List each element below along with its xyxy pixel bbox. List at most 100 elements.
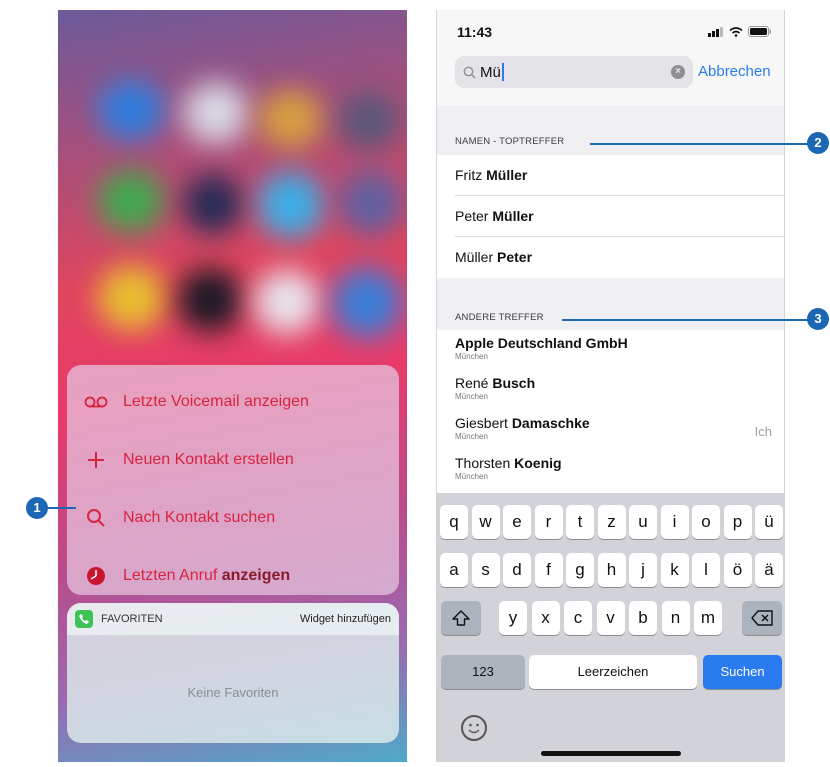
- key-e[interactable]: e: [503, 505, 531, 539]
- contact-city: München: [455, 432, 488, 441]
- search-bar-area: Mü × Abbrechen: [437, 48, 784, 106]
- cancel-button[interactable]: Abbrechen: [698, 63, 771, 80]
- key-ö[interactable]: ö: [723, 553, 752, 587]
- key-ä[interactable]: ä: [755, 553, 783, 587]
- callout-badge: 1: [26, 497, 48, 519]
- section-header-top-hits: NAMEN - TOPTREFFER: [455, 136, 565, 147]
- key-m[interactable]: m: [694, 601, 722, 635]
- blurred-app-icon: [258, 172, 324, 238]
- key-q[interactable]: q: [440, 505, 468, 539]
- key-g[interactable]: g: [566, 553, 594, 587]
- numbers-key[interactable]: 123: [441, 655, 525, 689]
- callout-leader: [562, 319, 812, 321]
- key-s[interactable]: s: [471, 553, 500, 587]
- key-w[interactable]: w: [471, 505, 500, 539]
- key-ü[interactable]: ü: [755, 505, 783, 539]
- contact-name: Giesbert Damaschke: [455, 415, 590, 431]
- key-y[interactable]: y: [499, 601, 527, 635]
- key-z[interactable]: z: [597, 505, 626, 539]
- key-h[interactable]: h: [597, 553, 626, 587]
- clear-icon[interactable]: ×: [671, 65, 685, 79]
- quick-action-search-contact[interactable]: Nach Kontakt suchen: [67, 489, 399, 547]
- key-f[interactable]: f: [534, 553, 563, 587]
- keyboard: qwertzuiopü asdfghjklöä yxcvbnm 123 Leer…: [437, 493, 784, 762]
- blurred-app-icon: [98, 170, 164, 232]
- quick-action-label: Letzten Anruf anzeigen: [123, 567, 291, 584]
- search-key[interactable]: Suchen: [703, 655, 782, 689]
- home-indicator: [541, 751, 681, 756]
- blurred-app-icon: [338, 92, 400, 150]
- contact-row[interactable]: René Busch München: [437, 370, 784, 410]
- key-r[interactable]: r: [534, 505, 563, 539]
- blurred-app-icon: [258, 90, 324, 148]
- contact-row[interactable]: Müller Peter: [437, 237, 784, 278]
- me-label: Ich: [754, 424, 772, 439]
- contact-name: Fritz Müller: [455, 167, 528, 183]
- contact-row[interactable]: Thorsten Koenig München: [437, 450, 784, 490]
- plus-icon: [83, 447, 109, 473]
- key-p[interactable]: p: [723, 505, 752, 539]
- quick-action-label: Nach Kontakt suchen: [123, 509, 276, 526]
- key-l[interactable]: l: [692, 553, 720, 587]
- add-widget-button[interactable]: Widget hinzufügen: [300, 613, 391, 625]
- callout-badge: 3: [807, 308, 829, 330]
- key-o[interactable]: o: [692, 505, 720, 539]
- quick-action-last-call[interactable]: Letzten Anruf anzeigen: [67, 547, 399, 605]
- contact-row[interactable]: Apple Deutschland GmbH München: [437, 330, 784, 370]
- key-j[interactable]: j: [629, 553, 657, 587]
- left-phone-screen: Letzte Voicemail anzeigen Neuen Kontakt …: [58, 10, 407, 762]
- contact-name: Apple Deutschland GmbH: [455, 335, 628, 351]
- key-t[interactable]: t: [566, 505, 594, 539]
- status-time: 11:43: [457, 24, 493, 40]
- phone-app-icon: [75, 610, 93, 628]
- quick-action-label: Letzte Voicemail anzeigen: [123, 393, 309, 410]
- callout-leader: [48, 507, 76, 509]
- status-icons: [708, 26, 772, 37]
- blurred-app-icon: [178, 268, 242, 332]
- backspace-key[interactable]: [742, 601, 782, 635]
- contact-row[interactable]: Peter Müller: [437, 196, 784, 237]
- callout-badge: 2: [807, 132, 829, 154]
- key-b[interactable]: b: [629, 601, 657, 635]
- blurred-app-icon: [338, 170, 404, 236]
- key-d[interactable]: d: [503, 553, 531, 587]
- right-phone-screen: 11:43 Mü × Abbrechen NAMEN - TOPTREFFER …: [436, 10, 785, 762]
- contact-row[interactable]: Fritz Müller: [437, 155, 784, 196]
- space-key[interactable]: Leerzeichen: [529, 655, 697, 689]
- battery-icon: [748, 26, 771, 37]
- text-cursor: [501, 63, 504, 81]
- quick-action-voicemail[interactable]: Letzte Voicemail anzeigen: [67, 373, 399, 431]
- contact-name: René Busch: [455, 375, 536, 391]
- widget-header: FAVORITEN Widget hinzufügen: [67, 603, 399, 635]
- contact-row[interactable]: Giesbert Damaschke München Ich: [437, 410, 784, 450]
- key-k[interactable]: k: [660, 553, 689, 587]
- contact-name: Thorsten Koenig: [455, 455, 562, 471]
- section-header-other-hits: ANDERE TREFFER: [455, 312, 544, 323]
- key-u[interactable]: u: [629, 505, 657, 539]
- widget-empty-text: Keine Favoriten: [187, 685, 279, 700]
- blurred-app-icon: [183, 82, 249, 144]
- emoji-icon[interactable]: [461, 715, 487, 741]
- contact-city: München: [455, 352, 488, 361]
- key-a[interactable]: a: [440, 553, 468, 587]
- blurred-app-icon: [254, 270, 320, 334]
- voicemail-icon: [83, 389, 109, 415]
- blurred-app-icon: [183, 174, 243, 234]
- key-x[interactable]: x: [531, 601, 560, 635]
- quick-actions-menu: Letzte Voicemail anzeigen Neuen Kontakt …: [67, 365, 399, 595]
- shift-key[interactable]: [441, 601, 481, 635]
- signal-icon: [708, 26, 723, 37]
- key-n[interactable]: n: [661, 601, 690, 635]
- key-c[interactable]: c: [564, 601, 592, 635]
- contact-name: Peter Müller: [455, 208, 534, 224]
- contact-city: München: [455, 472, 488, 481]
- quick-action-new-contact[interactable]: Neuen Kontakt erstellen: [67, 431, 399, 489]
- quick-action-label: Neuen Kontakt erstellen: [123, 451, 294, 468]
- clock-icon: [83, 563, 109, 589]
- key-i[interactable]: i: [660, 505, 689, 539]
- search-input[interactable]: Mü ×: [455, 56, 693, 88]
- wifi-icon: [729, 26, 743, 37]
- blurred-app-icon: [98, 266, 166, 330]
- key-v[interactable]: v: [596, 601, 625, 635]
- search-icon: [463, 66, 476, 78]
